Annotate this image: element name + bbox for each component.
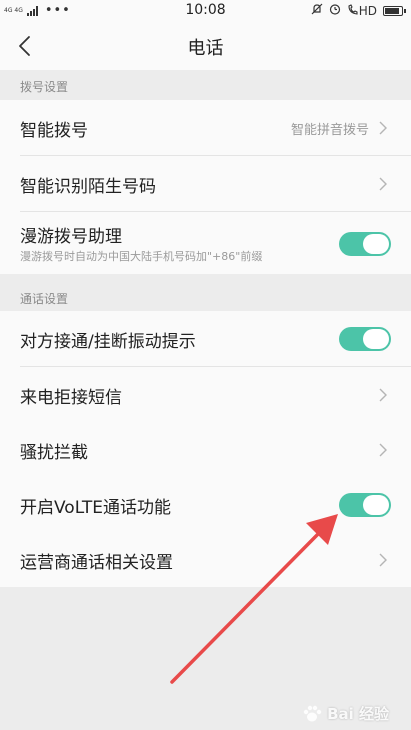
row-title: 漫游拨号助理	[20, 227, 122, 247]
row-title: 运营商通话相关设置	[20, 553, 173, 573]
row-title: 来电拒接短信	[20, 388, 122, 408]
chevron-right-icon	[379, 388, 387, 402]
toggle-knob	[363, 495, 389, 515]
watermark-text: Bai 经验	[327, 705, 389, 723]
row-harassment-block[interactable]: 骚扰拦截	[0, 422, 411, 478]
toggle-knob	[363, 329, 389, 349]
row-volte: 开启VoLTE通话功能	[0, 477, 411, 533]
chevron-right-icon	[379, 443, 387, 457]
section-header-call: 通话设置	[0, 284, 411, 312]
alarm-icon	[329, 3, 341, 18]
row-vibrate-on-connect: 对方接通/挂断振动提示	[0, 311, 411, 367]
row-smart-dial[interactable]: 智能拨号 智能拼音拨号	[0, 100, 411, 156]
row-subtitle: 漫游拨号时自动为中国大陆手机号码加"+86"前缀	[20, 250, 263, 263]
page-title: 电话	[187, 38, 224, 59]
row-title: 智能识别陌生号码	[20, 177, 156, 197]
roaming-assistant-toggle[interactable]	[339, 232, 391, 256]
hd-label: HD	[358, 3, 377, 18]
row-value: 智能拼音拨号	[290, 123, 369, 138]
volte-toggle[interactable]	[339, 493, 391, 517]
row-title: 对方接通/挂断振动提示	[20, 332, 196, 352]
chevron-right-icon	[379, 121, 387, 135]
paw-logo-icon	[303, 705, 322, 721]
battery-icon	[383, 5, 406, 16]
vibrate-on-connect-toggle[interactable]	[339, 327, 391, 351]
row-roaming-assistant: 漫游拨号助理 漫游拨号时自动为中国大陆手机号码加"+86"前缀	[0, 212, 411, 274]
baidu-watermark: Bai 经验	[301, 703, 389, 724]
row-title: 开启VoLTE通话功能	[20, 498, 171, 518]
section-header-dial: 拨号设置	[0, 72, 411, 100]
row-title: 骚扰拦截	[20, 443, 88, 463]
chevron-right-icon	[379, 553, 387, 567]
hd-call-icon: HD	[347, 4, 377, 18]
status-bar: 4G 4G ••• 10:08 HD	[0, 0, 411, 22]
row-reject-sms[interactable]: 来电拒接短信	[0, 367, 411, 423]
app-header: 电话	[0, 22, 411, 70]
row-identify-strangers[interactable]: 智能识别陌生号码	[0, 156, 411, 212]
row-title: 智能拨号	[20, 121, 88, 141]
mute-icon	[311, 3, 323, 18]
chevron-right-icon	[379, 177, 387, 191]
battery-level	[385, 7, 399, 14]
status-right: HD	[311, 3, 406, 18]
row-carrier-settings[interactable]: 运营商通话相关设置	[0, 532, 411, 587]
toggle-knob	[363, 234, 389, 254]
phone-settings-screen: 4G 4G ••• 10:08 HD 电话 拨号设置 智能拨号 智能拼音拨号 智…	[0, 0, 411, 730]
